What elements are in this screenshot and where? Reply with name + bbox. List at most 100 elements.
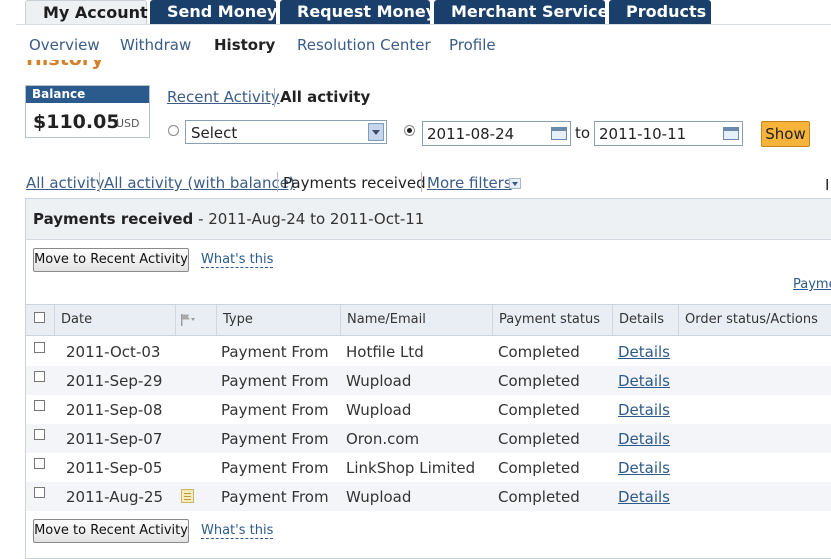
tab-label: Products <box>626 2 707 21</box>
panel-header: Payments received - 2011-Aug-24 to 2011-… <box>26 199 831 240</box>
subnav-history[interactable]: History <box>214 36 275 54</box>
move-to-recent-activity-button[interactable]: Move to Recent Activity <box>33 519 189 543</box>
subnav-profile[interactable]: Profile <box>449 36 496 54</box>
table-row: 2011-Oct-03 Payment From Hotfile Ltd Com… <box>26 337 831 366</box>
row-checkbox[interactable] <box>34 458 45 469</box>
flag-icon <box>181 314 195 326</box>
row-checkbox[interactable] <box>34 487 45 498</box>
divider <box>277 172 278 192</box>
row-status: Completed <box>498 343 580 361</box>
row-name: Oron.com <box>346 430 420 448</box>
table-row: 2011-Sep-07 Payment From Oron.com Comple… <box>26 424 831 453</box>
from-date-input[interactable]: 2011-08-24 <box>422 121 571 146</box>
chevron-down-icon[interactable] <box>509 178 521 189</box>
calendar-icon[interactable] <box>551 127 567 140</box>
sub-navigation: Overview Withdraw History Resolution Cen… <box>16 24 831 63</box>
to-date-input[interactable]: 2011-10-11 <box>594 121 743 146</box>
recent-activity-link[interactable]: Recent Activity <box>167 88 280 106</box>
row-name: Wupload <box>346 488 412 506</box>
period-select[interactable]: Select <box>185 120 387 144</box>
balance-box: Balance $110.05 USD <box>25 85 150 138</box>
row-name: Wupload <box>346 372 412 390</box>
page-title: History <box>26 60 146 72</box>
table-row: 2011-Sep-08 Payment From Wupload Complet… <box>26 395 831 424</box>
row-checkbox[interactable] <box>34 429 45 440</box>
subnav-resolution-center[interactable]: Resolution Center <box>297 36 431 54</box>
row-date: 2011-Aug-25 <box>66 488 164 506</box>
tab-my-account[interactable]: My Account <box>25 0 148 24</box>
select-period-radio[interactable] <box>168 125 179 136</box>
row-name: LinkShop Limited <box>346 459 476 477</box>
tab-label: Send Money <box>167 2 278 21</box>
row-type: Payment From <box>221 488 329 506</box>
row-date: 2011-Sep-07 <box>66 430 163 448</box>
subnav-overview[interactable]: Overview <box>29 36 100 54</box>
truncated-text: I <box>825 176 830 194</box>
tab-send-money[interactable]: Send Money <box>150 0 278 24</box>
row-type: Payment From <box>221 459 329 477</box>
row-checkbox[interactable] <box>34 400 45 411</box>
row-type: Payment From <box>221 343 329 361</box>
row-status: Completed <box>498 430 580 448</box>
move-to-recent-activity-button[interactable]: Move to Recent Activity <box>33 248 189 272</box>
tab-label: Merchant Services <box>451 2 618 21</box>
whats-this-link[interactable]: What's this <box>201 253 274 268</box>
tab-products[interactable]: Products <box>609 0 711 24</box>
checkbox-column <box>26 305 55 335</box>
row-date: 2011-Sep-05 <box>66 459 163 477</box>
details-link[interactable]: Details <box>618 430 670 448</box>
filter-all-activity[interactable]: All activity <box>26 174 105 192</box>
column-order-status: Order status/Actions <box>685 312 818 327</box>
column-details: Details <box>613 305 679 335</box>
from-date-value: 2011-08-24 <box>427 125 515 143</box>
payments-link[interactable]: Payme <box>793 277 831 292</box>
show-button[interactable]: Show <box>761 121 810 147</box>
column-payment-status[interactable]: Payment status <box>493 305 613 335</box>
subnav-withdraw[interactable]: Withdraw <box>120 36 191 54</box>
row-status: Completed <box>498 372 580 390</box>
divider <box>99 172 100 192</box>
row-type: Payment From <box>221 372 329 390</box>
column-date[interactable]: Date <box>55 305 176 335</box>
details-link[interactable]: Details <box>618 343 670 361</box>
row-status: Completed <box>498 459 580 477</box>
row-name: Hotfile Ltd <box>346 343 424 361</box>
period-select-value: Select <box>191 124 238 142</box>
tab-request-money[interactable]: Request Money <box>280 0 436 24</box>
to-date-value: 2011-10-11 <box>599 125 687 143</box>
row-type: Payment From <box>221 401 329 419</box>
balance-amount: $110.05 <box>33 111 120 133</box>
row-date: 2011-Oct-03 <box>66 343 161 361</box>
table-row: 2011-Sep-29 Payment From Wupload Complet… <box>26 366 831 395</box>
chevron-down-icon <box>368 123 384 141</box>
details-link[interactable]: Details <box>618 488 670 506</box>
row-type: Payment From <box>221 430 329 448</box>
details-link[interactable]: Details <box>618 401 670 419</box>
row-status: Completed <box>498 401 580 419</box>
tab-label: My Account <box>43 3 148 22</box>
table-row: 2011-Aug-25 Payment From Wupload Complet… <box>26 482 831 511</box>
date-range-radio[interactable] <box>404 125 415 136</box>
balance-currency: USD <box>116 117 140 130</box>
row-status: Completed <box>498 488 580 506</box>
column-type[interactable]: Type <box>217 305 341 335</box>
details-link[interactable]: Details <box>618 459 670 477</box>
all-activity-label: All activity <box>280 88 371 106</box>
panel-title-main: Payments received <box>33 210 194 228</box>
balance-label: Balance <box>26 86 149 103</box>
row-checkbox[interactable] <box>34 342 45 353</box>
tab-merchant-services[interactable]: Merchant Services <box>434 0 618 24</box>
row-date: 2011-Sep-08 <box>66 401 163 419</box>
details-link[interactable]: Details <box>618 372 670 390</box>
column-name-email[interactable]: Name/Email <box>341 305 493 335</box>
column-flag[interactable] <box>176 305 217 335</box>
whats-this-link[interactable]: What's this <box>201 524 274 539</box>
calendar-icon[interactable] <box>723 127 739 140</box>
to-label: to <box>575 124 591 142</box>
table-row: 2011-Sep-05 Payment From LinkShop Limite… <box>26 453 831 482</box>
divider <box>421 172 422 192</box>
more-filters-link[interactable]: More filters <box>427 174 512 192</box>
note-icon[interactable] <box>181 489 194 503</box>
filter-all-activity-balance[interactable]: All activity (with balance) <box>104 174 295 192</box>
row-checkbox[interactable] <box>34 371 45 382</box>
